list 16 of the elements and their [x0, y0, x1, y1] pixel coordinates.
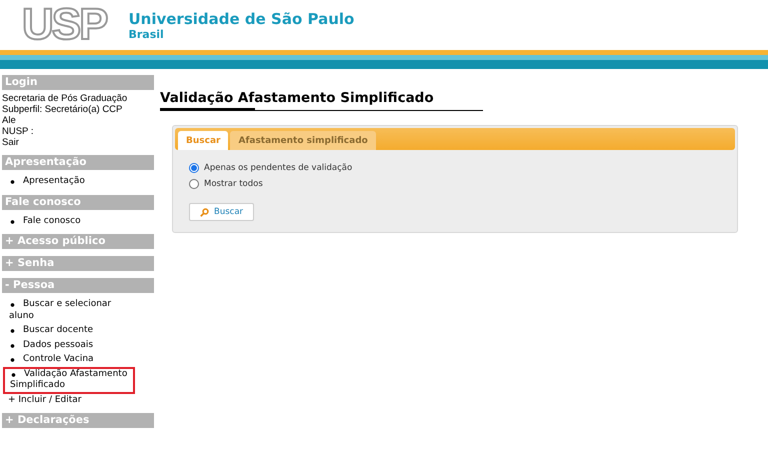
option-label[interactable]: Mostrar todos	[204, 179, 263, 189]
search-button[interactable]: Buscar	[189, 203, 254, 221]
search-icon	[200, 208, 209, 216]
login-info-text: Ale	[2, 115, 17, 126]
login-info-text: Sair	[2, 137, 20, 148]
login-info-text: Secretaria de Pós Graduação	[2, 93, 128, 104]
radio-button[interactable]	[189, 179, 199, 189]
radio-button[interactable]	[189, 163, 199, 173]
login-info-text: Subperfil: Secretário(a) CCP	[2, 104, 124, 115]
university-name: Universidade de São Paulo	[128, 10, 354, 28]
logo: USP	[22, 3, 106, 47]
menu-link[interactable]: + Incluir / Editar	[8, 394, 130, 406]
page-title: Validação Afastamento Simplificado	[160, 90, 435, 106]
login-info-text: NUSP :	[2, 126, 35, 137]
country-label: Brasil	[128, 28, 165, 40]
option-label[interactable]: Apenas os pendentes de validação	[204, 163, 352, 173]
